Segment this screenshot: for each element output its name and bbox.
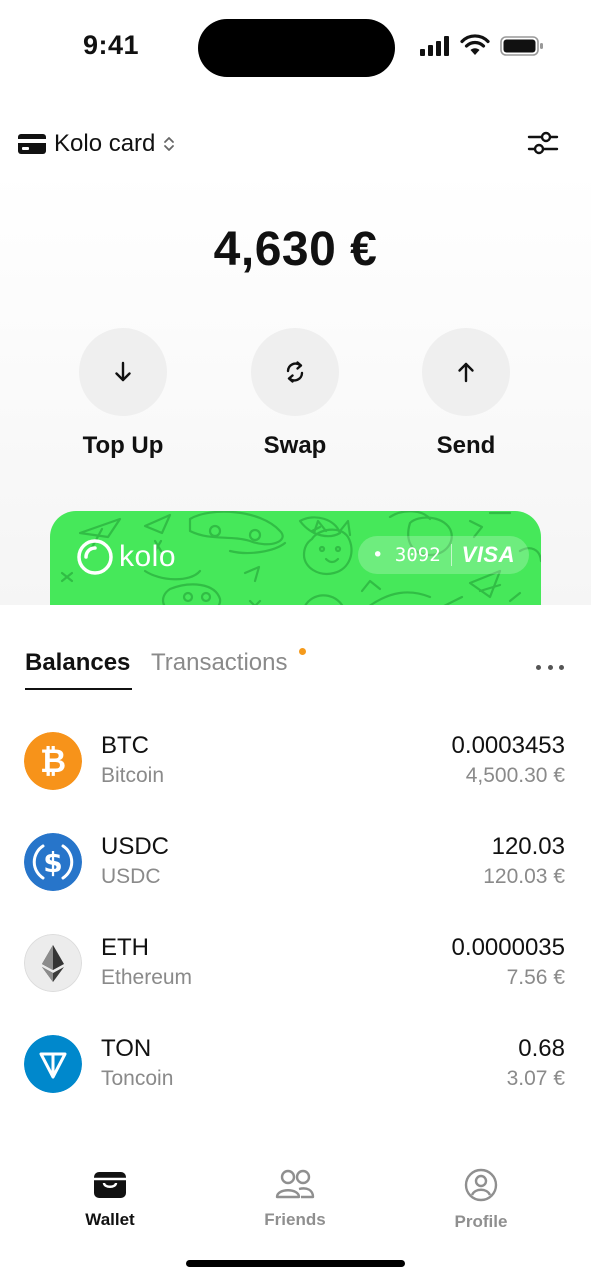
card-brand-text: kolo bbox=[119, 540, 177, 573]
tabbar-friends-label: Friends bbox=[264, 1210, 326, 1229]
ethereum-icon bbox=[24, 934, 82, 992]
card-selector-label: Kolo card bbox=[54, 130, 156, 157]
transactions-notification-dot bbox=[299, 648, 306, 655]
cellular-signal-icon bbox=[420, 36, 449, 56]
card-number: • 3092 bbox=[372, 544, 441, 566]
send-circle bbox=[422, 328, 510, 416]
status-bar: 9:41 bbox=[0, 0, 591, 95]
asset-symbol: USDC bbox=[101, 833, 170, 860]
more-options-icon[interactable] bbox=[536, 657, 564, 677]
wallet-icon bbox=[94, 1172, 126, 1198]
usdc-icon: $ bbox=[24, 833, 82, 891]
asset-amount: 120.03 bbox=[491, 833, 565, 860]
tabbar-wallet-label: Wallet bbox=[85, 1210, 135, 1229]
asset-symbol: BTC bbox=[101, 732, 149, 759]
asset-symbol: ETH bbox=[101, 934, 149, 961]
tabbar-friends[interactable]: Friends bbox=[235, 1168, 355, 1230]
tabbar-profile[interactable]: Profile bbox=[421, 1168, 541, 1232]
asset-fiat-value: 7.56 € bbox=[506, 966, 565, 989]
friends-icon bbox=[275, 1169, 315, 1199]
kolo-logo-icon bbox=[77, 539, 113, 575]
asset-name: Toncoin bbox=[101, 1067, 174, 1090]
asset-fiat-value: 120.03 € bbox=[483, 865, 565, 888]
more-dot bbox=[547, 664, 553, 670]
asset-row-eth[interactable]: ETH Ethereum 0.0000035 7.56 € bbox=[0, 934, 591, 1024]
asset-fiat-value: 3.07 € bbox=[506, 1067, 565, 1090]
active-tab-indicator bbox=[25, 688, 132, 690]
swap-label: Swap bbox=[263, 432, 327, 459]
wallet-header-area: 9:41 Kolo card 4,630 € Top Up Swap Send … bbox=[0, 0, 591, 605]
battery-icon bbox=[500, 36, 543, 56]
pill-divider bbox=[450, 544, 452, 566]
asset-fiat-value: 4,500.30 € bbox=[465, 764, 565, 787]
swap-icon bbox=[286, 361, 304, 383]
bitcoin-icon: ₿ bbox=[24, 732, 82, 790]
total-balance: 4,630 € bbox=[213, 223, 378, 276]
kolo-logo: kolo bbox=[75, 537, 176, 577]
send-label: Send bbox=[436, 432, 496, 459]
more-dot bbox=[559, 664, 564, 670]
tab-transactions[interactable]: Transactions bbox=[151, 649, 288, 677]
visa-logo: VISA bbox=[461, 542, 515, 567]
svg-text:$: $ bbox=[43, 846, 62, 879]
home-indicator bbox=[186, 1260, 405, 1267]
profile-icon bbox=[464, 1168, 498, 1202]
asset-row-ton[interactable]: TON Toncoin 0.68 3.07 € bbox=[0, 1035, 591, 1125]
swap-button[interactable]: Swap bbox=[230, 328, 360, 460]
toncoin-icon bbox=[24, 1035, 82, 1093]
kolo-card[interactable]: kolo • 3092 VISA bbox=[50, 511, 541, 605]
settings-sliders-icon[interactable] bbox=[526, 128, 560, 158]
asset-name: Bitcoin bbox=[101, 764, 165, 787]
tabbar-profile-label: Profile bbox=[454, 1212, 508, 1231]
credit-card-icon bbox=[18, 134, 46, 154]
send-button[interactable]: Send bbox=[401, 328, 531, 460]
asset-amount: 0.0003453 bbox=[451, 732, 565, 759]
top-up-button[interactable]: Top Up bbox=[58, 328, 188, 460]
asset-symbol: TON bbox=[101, 1035, 152, 1062]
status-time: 9:41 bbox=[83, 30, 140, 60]
card-number-pill: • 3092 VISA bbox=[358, 536, 529, 574]
asset-row-usdc[interactable]: $ USDC USDC 120.03 120.03 € bbox=[0, 833, 591, 923]
tabbar-wallet[interactable]: Wallet bbox=[50, 1168, 170, 1230]
swap-circle bbox=[251, 328, 339, 416]
arrow-up-icon bbox=[458, 362, 474, 383]
asset-amount: 0.68 bbox=[518, 1035, 565, 1062]
chevron-up-down-icon bbox=[164, 137, 175, 151]
more-dot bbox=[536, 664, 541, 670]
wifi-icon bbox=[460, 34, 490, 55]
dynamic-island bbox=[198, 19, 395, 77]
top-up-circle bbox=[79, 328, 167, 416]
asset-name: USDC bbox=[101, 865, 161, 888]
arrow-down-icon bbox=[115, 361, 131, 382]
asset-name: Ethereum bbox=[101, 966, 193, 989]
card-selector[interactable]: Kolo card bbox=[18, 126, 175, 162]
asset-row-btc[interactable]: ₿ BTC Bitcoin 0.0003453 4,500.30 € bbox=[0, 732, 591, 822]
tab-balances[interactable]: Balances bbox=[25, 649, 130, 677]
svg-text:₿: ₿ bbox=[40, 742, 66, 780]
asset-amount: 0.0000035 bbox=[451, 934, 565, 961]
top-up-label: Top Up bbox=[82, 432, 164, 459]
